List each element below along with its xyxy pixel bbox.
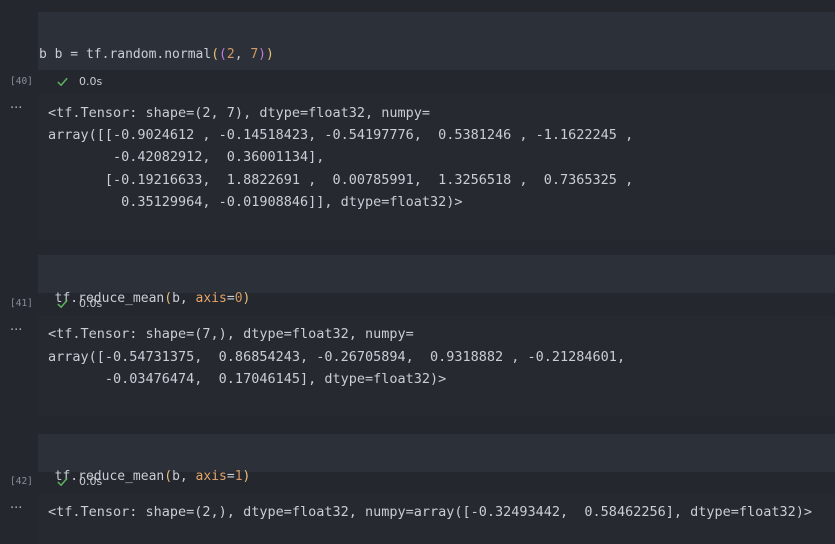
code-token: ): [242, 291, 251, 306]
cell-status: 0.0s: [56, 475, 102, 488]
code-token: ): [266, 47, 274, 62]
more-icon[interactable]: ···: [10, 101, 22, 116]
output-line: <tf.Tensor: shape=(2,), dtype=float32, n…: [48, 504, 813, 520]
code-token: =: [226, 469, 235, 484]
code-token: b,: [172, 469, 196, 484]
code-token: 0: [234, 291, 243, 306]
code-token: ,: [234, 47, 251, 62]
code-token: =: [226, 291, 235, 306]
code-token: axis: [195, 291, 227, 306]
cell-status: 0.0s: [56, 297, 102, 310]
code-token: 1: [234, 469, 243, 484]
execution-count: [41]: [10, 298, 33, 309]
code-token: b,: [172, 291, 196, 306]
code-token: ): [242, 469, 251, 484]
execution-time: 0.0s: [79, 475, 103, 488]
execution-time: 0.0s: [79, 297, 103, 310]
check-icon: [57, 299, 68, 309]
execution-count: [42]: [10, 476, 33, 487]
code-token: (: [211, 47, 220, 62]
output-line: -0.42082912, 0.36001134],: [48, 149, 325, 165]
code-token: tf.random.normal: [85, 47, 212, 62]
cell-status: 0.0s: [56, 75, 102, 88]
output-line: array([[-0.9024612 , -0.14518423, -0.541…: [48, 127, 634, 143]
more-icon[interactable]: ···: [10, 501, 22, 516]
output-line: [-0.19216633, 1.8822691 , 0.00785991, 1.…: [48, 172, 634, 188]
code-token: 2: [226, 47, 235, 62]
code-line: b = tf.random.normal((2, 7)): [39, 22, 274, 66]
check-icon: [57, 77, 68, 87]
code-token: (: [219, 47, 227, 62]
code-token: (: [164, 291, 173, 306]
output-line: <tf.Tensor: shape=(7,), dtype=float32, n…: [48, 326, 414, 342]
code-token: axis: [195, 469, 227, 484]
execution-time: 0.0s: [79, 75, 103, 88]
code-token: (: [164, 469, 173, 484]
output-line: 0.35129964, -0.01908846]], dtype=float32…: [48, 194, 463, 210]
more-icon[interactable]: ···: [10, 323, 22, 338]
check-icon: [57, 477, 68, 487]
execution-count: [40]: [10, 76, 33, 87]
code-token: ): [258, 47, 266, 62]
code-token: =: [62, 47, 86, 62]
output-line: -0.03476474, 0.17046145], dtype=float32)…: [48, 371, 447, 387]
code-line: b: [39, 47, 47, 62]
code-token: 7: [250, 47, 259, 62]
output-line: array([-0.54731375, 0.86854243, -0.26705…: [48, 349, 626, 365]
output-line: <tf.Tensor: shape=(2, 7), dtype=float32,…: [48, 105, 431, 121]
